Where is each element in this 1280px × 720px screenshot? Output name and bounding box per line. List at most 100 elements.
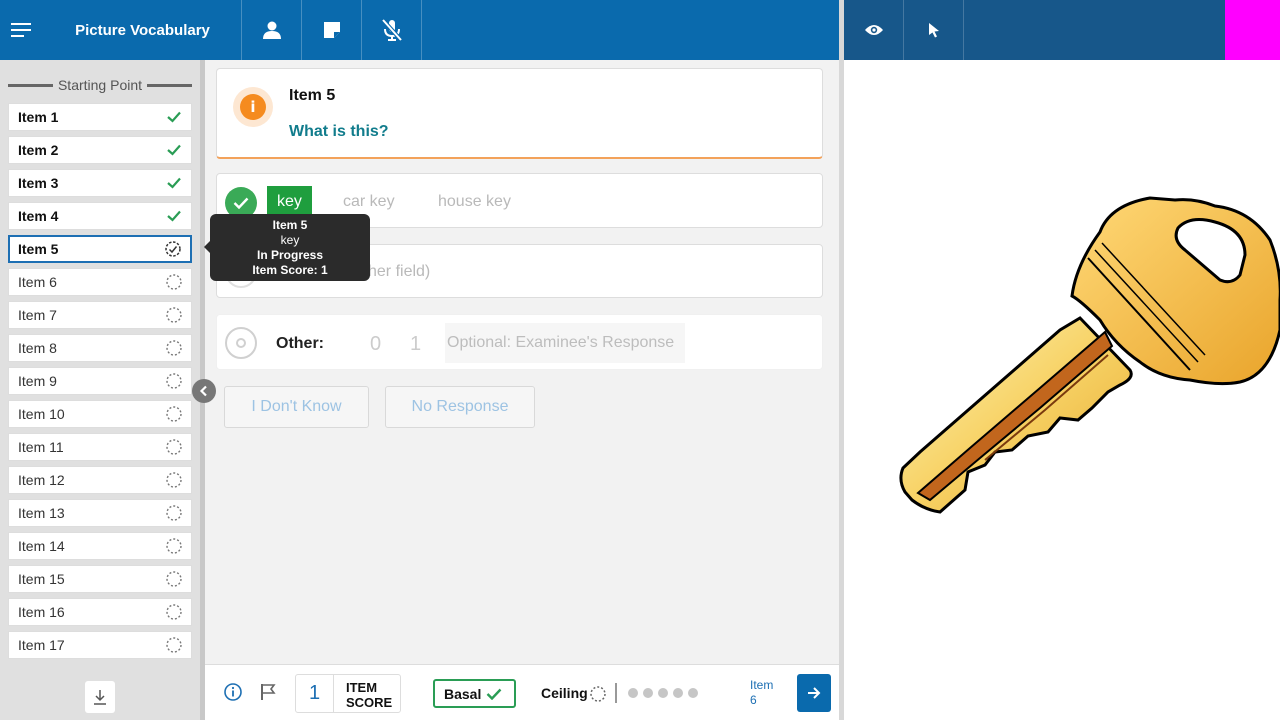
sidebar-item[interactable]: Item 7 xyxy=(8,301,192,329)
pending-icon xyxy=(165,570,183,588)
sidebar-item[interactable]: Item 8 xyxy=(8,334,192,362)
top-bar: Picture Vocabulary xyxy=(0,0,839,60)
next-item-button[interactable] xyxy=(797,674,831,712)
sidebar-item[interactable]: Item 16 xyxy=(8,598,192,626)
sidebar-item[interactable]: Item 13 xyxy=(8,499,192,527)
dont-know-button[interactable]: I Don't Know xyxy=(224,386,369,428)
starting-point-label: Starting Point xyxy=(57,77,143,93)
sidebar-item[interactable]: Item 12 xyxy=(8,466,192,494)
sidebar-item[interactable]: Item 2 xyxy=(8,136,192,164)
sidebar-item[interactable]: Item 1 xyxy=(8,103,192,131)
info-icon: i xyxy=(240,94,266,120)
sidebar-item-label: Item 11 xyxy=(18,439,64,455)
sidebar-item-label: Item 16 xyxy=(18,604,65,620)
divider-line xyxy=(8,83,53,87)
pending-icon xyxy=(165,339,183,357)
item-sidebar: Starting Point Item 1 Item 2 Item 3 Item 4 I… xyxy=(0,60,200,676)
other-field-placeholder: her field) xyxy=(368,263,431,280)
tooltip-score: Item Score: 1 xyxy=(252,262,328,277)
sidebar-item-label: Item 13 xyxy=(18,505,65,521)
sidebar-item[interactable]: Item 3 xyxy=(8,169,192,197)
sidebar-item-label: Item 15 xyxy=(18,571,65,587)
sidebar-item-label: Item 2 xyxy=(18,142,59,158)
item-score-label-line2: SCORE xyxy=(346,695,393,710)
divider-line xyxy=(147,83,192,87)
sidebar-item-label: Item 9 xyxy=(18,373,57,389)
examinee-response-input[interactable]: Optional: Examinee's Response xyxy=(445,323,685,363)
pending-icon xyxy=(165,504,183,522)
alt-response-house-key[interactable]: house key xyxy=(438,193,511,211)
progress-dot xyxy=(673,688,683,698)
flag-icon xyxy=(261,684,276,700)
info-button[interactable] xyxy=(223,682,243,702)
preview-button[interactable] xyxy=(844,0,904,60)
alt-response-car-key[interactable]: car key xyxy=(343,193,395,211)
arrow-right-icon xyxy=(808,687,821,699)
key-image xyxy=(899,196,1280,514)
question-card: i Item 5 What is this? xyxy=(216,68,823,159)
sidebar-item-label: Item 3 xyxy=(18,175,59,191)
notes-button[interactable] xyxy=(302,0,362,60)
sidebar-item[interactable]: Item 15 xyxy=(8,565,192,593)
check-icon xyxy=(165,207,183,225)
question-prompt: What is this? xyxy=(289,123,389,140)
person-icon xyxy=(262,21,281,39)
progress-dot xyxy=(643,688,653,698)
sidebar-item[interactable]: Item 11 xyxy=(8,433,192,461)
no-response-button[interactable]: No Response xyxy=(385,386,535,428)
check-icon xyxy=(165,141,183,159)
sidebar-item-label: Item 5 xyxy=(18,241,59,257)
sidebar-item[interactable]: Item 6 xyxy=(8,268,192,296)
note-icon xyxy=(323,22,340,38)
item-score-value: 1 xyxy=(296,675,334,712)
app-title: Picture Vocabulary xyxy=(44,0,242,60)
pointer-button[interactable] xyxy=(904,0,964,60)
other-score-1[interactable]: 1 xyxy=(410,333,421,356)
basal-indicator: Basal xyxy=(433,679,516,708)
other-score-0[interactable]: 0 xyxy=(370,333,381,356)
sidebar-item-label: Item 7 xyxy=(18,307,57,323)
next-item-label-line2: 6 xyxy=(750,693,757,707)
pending-icon xyxy=(165,372,183,390)
next-item-label-line1: Item xyxy=(750,678,774,692)
examinee-button[interactable] xyxy=(242,0,302,60)
separator xyxy=(615,683,617,703)
stimulus-panel xyxy=(844,60,1280,720)
check-icon xyxy=(165,174,183,192)
tooltip-word: key xyxy=(280,232,300,247)
pending-icon xyxy=(165,471,183,489)
other-label: Other: xyxy=(276,335,324,352)
progress-dot xyxy=(628,688,638,698)
sidebar-item[interactable]: Item 14 xyxy=(8,532,192,560)
sidebar-item[interactable]: Item 10 xyxy=(8,400,192,428)
other-radio[interactable] xyxy=(225,327,257,359)
sidebar-item[interactable]: Item 9 xyxy=(8,367,192,395)
sidebar-footer xyxy=(0,676,200,720)
download-button[interactable] xyxy=(85,681,115,713)
main-panel: i Item 5 What is this? key car key house… xyxy=(205,60,839,664)
sidebar-item-label: Item 4 xyxy=(18,208,59,224)
question-item-label: Item 5 xyxy=(289,87,336,104)
collapse-sidebar-button[interactable] xyxy=(192,379,216,403)
item-score-label-line1: ITEM xyxy=(346,680,378,695)
pending-icon xyxy=(165,636,183,654)
magenta-block xyxy=(1225,0,1280,60)
download-icon xyxy=(94,690,106,705)
chevron-left-icon xyxy=(199,385,207,397)
radio-dot-icon xyxy=(236,338,246,348)
sidebar-item[interactable]: Item 5 xyxy=(8,235,192,263)
menu-button[interactable] xyxy=(0,0,44,60)
info-badge: i xyxy=(233,87,273,127)
sidebar-item-label: Item 1 xyxy=(18,109,59,125)
mic-button[interactable] xyxy=(362,0,422,60)
sidebar-item[interactable]: Item 4 xyxy=(8,202,192,230)
progress-dot xyxy=(688,688,698,698)
progress-dot xyxy=(658,688,668,698)
correct-response-button[interactable]: key xyxy=(267,186,312,217)
pending-icon xyxy=(165,537,183,555)
flag-button[interactable] xyxy=(258,682,278,702)
basal-check-icon xyxy=(487,688,502,700)
sidebar-item[interactable]: Item 17 xyxy=(8,631,192,659)
in-progress-icon xyxy=(164,240,182,258)
pending-icon xyxy=(165,273,183,291)
